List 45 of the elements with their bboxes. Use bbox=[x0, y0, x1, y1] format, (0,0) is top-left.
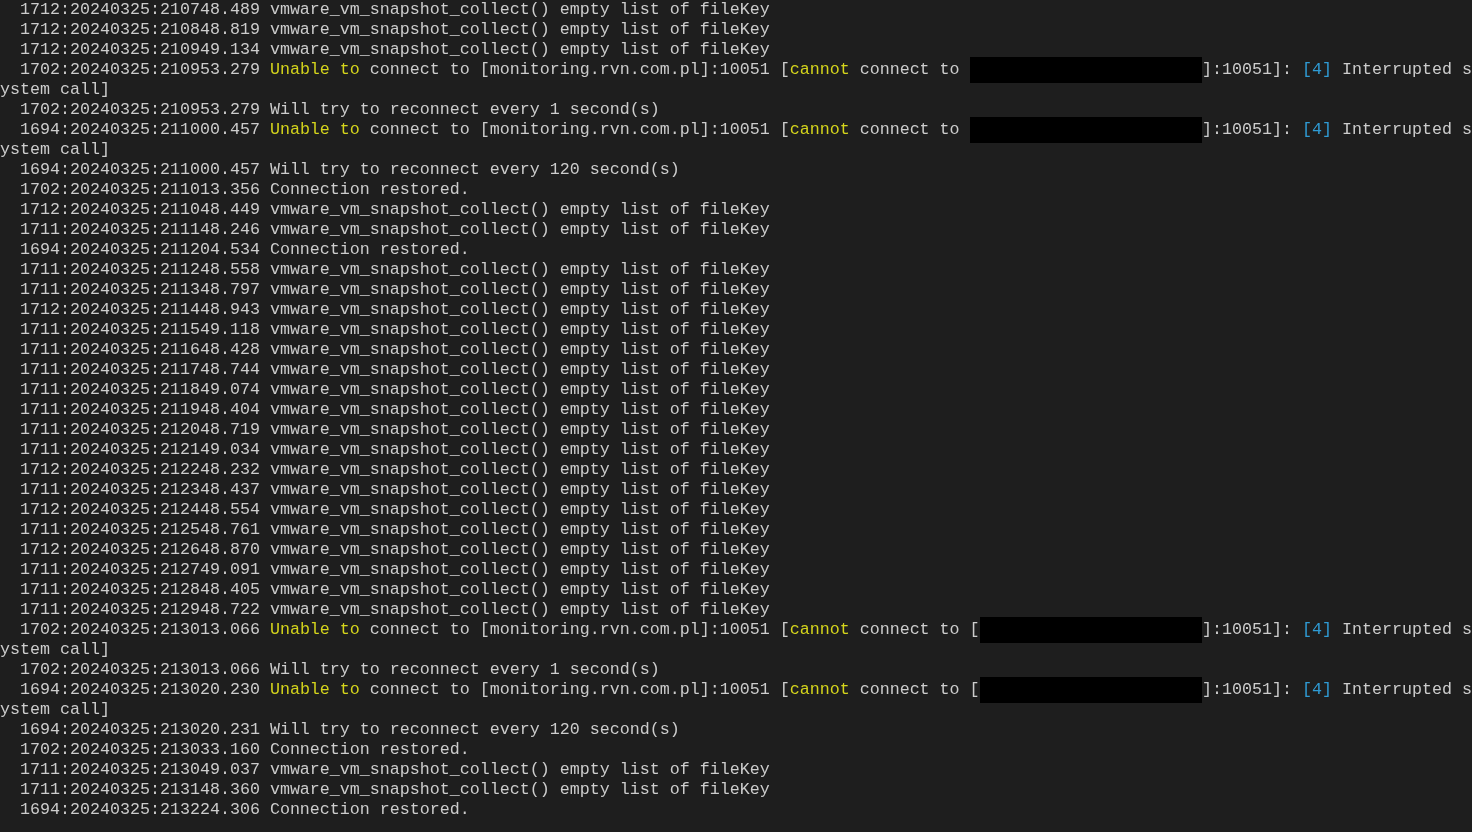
log-line: 1712:20240325:212248.232 vmware_vm_snapshot_collect() empty list of fileKey bbox=[19, 460, 771, 480]
log-text: ]:10051]: [4] Interrupted s bbox=[1202, 120, 1472, 140]
log-line: 1694:20240325:213020.231 Will try to reconnect every 120 second(s) bbox=[19, 720, 681, 740]
log-line: 1711:20240325:212548.761 vmware_vm_snapshot_collect() empty list of fileKey bbox=[19, 520, 771, 540]
log-line: 1711:20240325:211248.558 vmware_vm_snapshot_collect() empty list of fileKey bbox=[19, 260, 771, 280]
log-line: ystem call] bbox=[0, 80, 111, 100]
log-line: 1712:20240325:212648.870 vmware_vm_snapshot_collect() empty list of fileKey bbox=[19, 540, 771, 560]
log-line: 1711:20240325:211148.246 vmware_vm_snapshot_collect() empty list of fileKey bbox=[19, 220, 771, 240]
log-text: 1694:20240325:213020.230 Unable to connect to [monitoring.rvn.com.pl]:10051 [cannot connect to [ bbox=[20, 680, 980, 700]
log-text: 1702:20240325:210953.279 Unable to connect to [monitoring.rvn.com.pl]:10051 [cannot connect to bbox=[20, 60, 961, 80]
log-line: 1702:20240325:210953.279 Will try to reconnect every 1 second(s) bbox=[19, 100, 661, 120]
log-line: 1711:20240325:213049.037 vmware_vm_snapshot_collect() empty list of fileKey bbox=[19, 760, 771, 780]
log-line: 1711:20240325:211849.074 vmware_vm_snapshot_collect() empty list of fileKey bbox=[19, 380, 771, 400]
log-line: 1694:20240325:211000.457 Will try to reconnect every 120 second(s) bbox=[19, 160, 681, 180]
log-text: 1694:20240325:211000.457 Unable to connect to [monitoring.rvn.com.pl]:10051 [cannot connect to bbox=[20, 120, 961, 140]
log-line: ystem call] bbox=[0, 140, 111, 160]
log-text: ]:10051]: [4] Interrupted s bbox=[1202, 620, 1472, 640]
log-text: 1702:20240325:213013.066 Unable to connect to [monitoring.rvn.com.pl]:10051 [cannot connect to [ bbox=[20, 620, 980, 640]
log-line: 1711:20240325:211348.797 vmware_vm_snapshot_collect() empty list of fileKey bbox=[19, 280, 771, 300]
log-line: 1694:20240325:211204.534 Connection restored. bbox=[19, 240, 471, 260]
log-text: ]:10051]: [4] Interrupted s bbox=[1202, 680, 1472, 700]
log-line: 1712:20240325:211448.943 vmware_vm_snapshot_collect() empty list of fileKey bbox=[19, 300, 771, 320]
log-line: 1711:20240325:211648.428 vmware_vm_snapshot_collect() empty list of fileKey bbox=[19, 340, 771, 360]
log-line: 1711:20240325:211948.404 vmware_vm_snapshot_collect() empty list of fileKey bbox=[19, 400, 771, 420]
log-line: 1711:20240325:212048.719 vmware_vm_snapshot_collect() empty list of fileKey bbox=[19, 420, 771, 440]
log-line: 1702:20240325:211013.356 Connection restored. bbox=[19, 180, 471, 200]
log-line: 1711:20240325:212149.034 vmware_vm_snapshot_collect() empty list of fileKey bbox=[19, 440, 771, 460]
log-line: 1711:20240325:211748.744 vmware_vm_snapshot_collect() empty list of fileKey bbox=[19, 360, 771, 380]
log-line: 1712:20240325:210748.489 vmware_vm_snapshot_collect() empty list of fileKey bbox=[19, 0, 771, 20]
log-line: 1711:20240325:212348.437 vmware_vm_snapshot_collect() empty list of fileKey bbox=[19, 480, 771, 500]
log-line: 1712:20240325:211048.449 vmware_vm_snapshot_collect() empty list of fileKey bbox=[19, 200, 771, 220]
log-line: 1711:20240325:211549.118 vmware_vm_snapshot_collect() empty list of fileKey bbox=[19, 320, 771, 340]
log-line: 1712:20240325:210848.819 vmware_vm_snapshot_collect() empty list of fileKey bbox=[19, 20, 771, 40]
log-text: ]:10051]: [4] Interrupted s bbox=[1202, 60, 1472, 80]
log-line: 1712:20240325:212448.554 vmware_vm_snapshot_collect() empty list of fileKey bbox=[19, 500, 771, 520]
log-line: 1711:20240325:213148.360 vmware_vm_snapshot_collect() empty list of fileKey bbox=[19, 780, 771, 800]
log-line: 1712:20240325:210949.134 vmware_vm_snapshot_collect() empty list of fileKey bbox=[19, 40, 771, 60]
log-line: ystem call] bbox=[0, 700, 111, 720]
log-line: 1711:20240325:212948.722 vmware_vm_snapshot_collect() empty list of fileKey bbox=[19, 600, 771, 620]
log-line: ystem call] bbox=[0, 640, 111, 660]
log-line: 1711:20240325:212848.405 vmware_vm_snapshot_collect() empty list of fileKey bbox=[19, 580, 771, 600]
log-line: 1702:20240325:213013.066 Will try to reconnect every 1 second(s) bbox=[19, 660, 661, 680]
log-line: 1702:20240325:213033.160 Connection restored. bbox=[19, 740, 471, 760]
log-line: 1694:20240325:213224.306 Connection restored. bbox=[19, 800, 471, 820]
log-line: 1711:20240325:212749.091 vmware_vm_snapshot_collect() empty list of fileKey bbox=[19, 560, 771, 580]
